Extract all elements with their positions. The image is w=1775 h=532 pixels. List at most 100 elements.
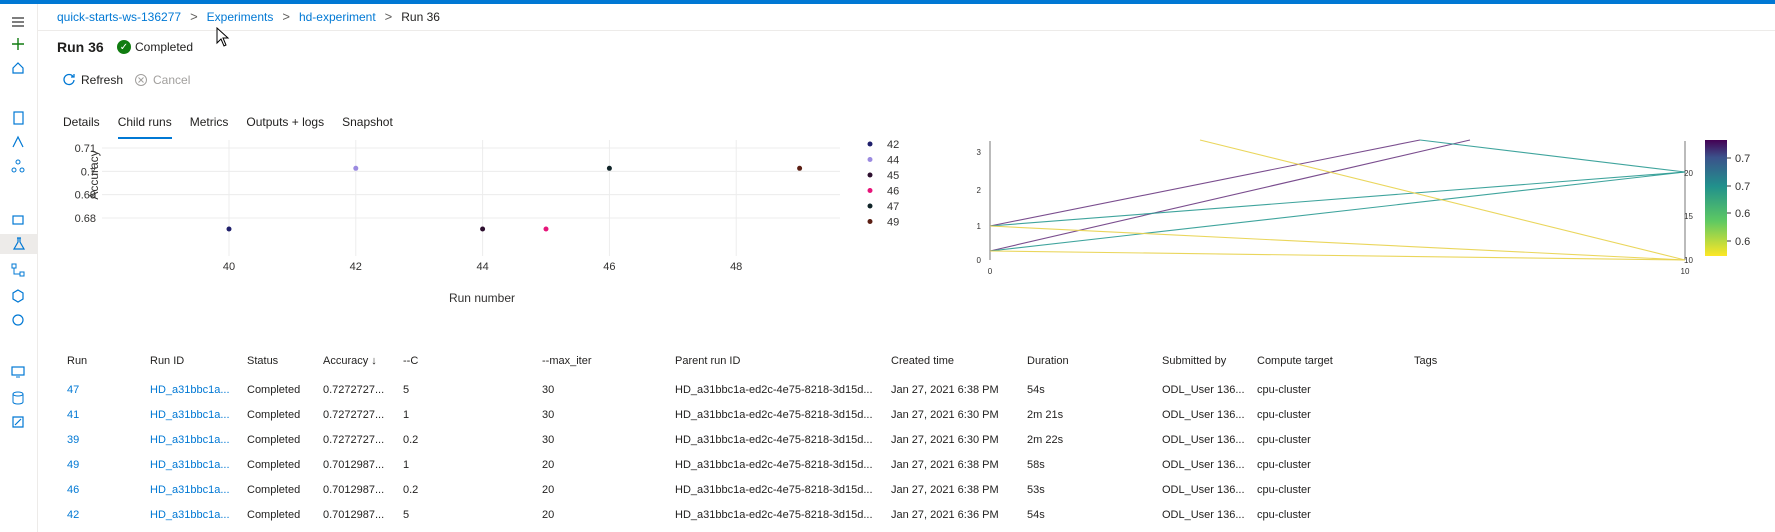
parallel-line <box>989 250 1686 261</box>
table-cell: Completed <box>247 409 301 421</box>
table-cell: 30 <box>542 384 555 396</box>
table-cell: cpu-cluster <box>1257 459 1311 471</box>
breadcrumb-workspace[interactable]: quick-starts-ws-136277 <box>57 10 181 24</box>
notebook-icon[interactable] <box>6 108 30 128</box>
breadcrumb-separator: > <box>384 9 393 24</box>
table-cell: ODL_User 136... <box>1162 484 1245 496</box>
column-header[interactable]: Accuracy ↓ <box>323 349 377 374</box>
scatter-point <box>480 226 486 232</box>
parallel-line <box>989 139 1471 252</box>
table-cell: 0.7012987... <box>323 459 385 471</box>
column-header[interactable]: --C <box>403 349 418 374</box>
page-title: Run 36 <box>57 39 104 55</box>
tab-details[interactable]: Details <box>63 115 100 139</box>
run-id-link[interactable]: HD_a31bbc1a... <box>150 378 230 403</box>
left-axis-tick: 1 <box>977 222 982 231</box>
refresh-button[interactable]: Refresh <box>62 73 123 87</box>
accuracy-scatter-chart: 40 42 44 46 480.710.70.690.68AccuracyRun num… <box>75 139 900 305</box>
column-header[interactable]: Submitted by <box>1162 349 1226 374</box>
colorbar-tick-label: 0.68 <box>1735 236 1750 248</box>
breadcrumb-experiment[interactable]: hd-experiment <box>299 10 376 24</box>
x-tick-label: 48 <box>730 261 742 273</box>
run-link[interactable]: 41 <box>67 403 79 428</box>
plus-icon[interactable] <box>6 34 30 54</box>
table-cell: Completed <box>247 459 301 471</box>
run-link[interactable]: 47 <box>67 378 79 403</box>
run-id-link[interactable]: HD_a31bbc1a... <box>150 403 230 428</box>
column-header[interactable]: Compute target <box>1257 349 1333 374</box>
run-link[interactable]: 39 <box>67 428 79 453</box>
header-divider <box>37 30 1775 31</box>
x-tick-label: 44 <box>476 261 488 273</box>
table-cell: ODL_User 136... <box>1162 509 1245 521</box>
y-axis-label: Accuracy <box>87 150 101 199</box>
table-cell: ODL_User 136... <box>1162 434 1245 446</box>
column-header[interactable]: Tags <box>1414 349 1437 374</box>
tab-metrics[interactable]: Metrics <box>190 115 229 139</box>
parallel-line <box>989 139 1421 227</box>
table-cell: ODL_User 136... <box>1162 384 1245 396</box>
run-id-link[interactable]: HD_a31bbc1a... <box>150 478 230 503</box>
legend-marker <box>867 172 873 178</box>
parallel-line <box>989 225 1686 261</box>
table-cell: 5 <box>403 509 410 521</box>
table-cell: Completed <box>247 384 301 396</box>
hamburger-menu-icon[interactable] <box>6 12 30 32</box>
run-link[interactable]: 42 <box>67 503 79 528</box>
column-header[interactable]: --max_iter <box>542 349 592 374</box>
tab-outputs-logs[interactable]: Outputs + logs <box>246 115 324 139</box>
table-cell: HD_a31bbc1a-ed2c-4e75-8218-3d15d... <box>675 384 873 396</box>
table-cell: Completed <box>247 509 301 521</box>
scatter-point <box>606 165 612 171</box>
breadcrumb-experiments[interactable]: Experiments <box>207 10 274 24</box>
table-cell: ODL_User 136... <box>1162 459 1245 471</box>
table-cell: 20 <box>542 509 555 521</box>
legend-label: 47 <box>887 201 899 213</box>
labeling-icon[interactable] <box>6 412 30 432</box>
table-cell: Completed <box>247 484 301 496</box>
compute-icon[interactable] <box>6 362 30 382</box>
column-header[interactable]: Run ID <box>150 349 184 374</box>
parallel-line <box>1419 139 1686 173</box>
table-cell: 5 <box>403 384 410 396</box>
table-cell: Jan 27, 2021 6:36 PM <box>891 509 999 521</box>
table-cell: 58s <box>1027 459 1045 471</box>
column-header[interactable]: Duration <box>1027 349 1069 374</box>
tab-child-runs[interactable]: Child runs <box>117 115 172 139</box>
status-badge: ✓ Completed <box>117 40 193 54</box>
left-axis-tick: 2 <box>977 186 982 195</box>
table-cell: cpu-cluster <box>1257 484 1311 496</box>
table-cell: 30 <box>542 434 555 446</box>
table-cell: Jan 27, 2021 6:30 PM <box>891 434 999 446</box>
cancel-label: Cancel <box>153 73 191 87</box>
column-header[interactable]: Parent run ID <box>675 349 740 374</box>
breadcrumb: quick-starts-ws-136277 > Experiments > h… <box>57 9 440 24</box>
tab-snapshot[interactable]: Snapshot <box>342 115 393 139</box>
parallel-line <box>989 171 1686 252</box>
y-tick-label: 0.68 <box>75 213 96 225</box>
scatter-point <box>226 226 232 232</box>
status-text: Completed <box>135 40 194 54</box>
x-tick-label: 42 <box>350 261 362 273</box>
cancel-button[interactable]: Cancel <box>134 73 190 87</box>
run-id-link[interactable]: HD_a31bbc1a... <box>150 428 230 453</box>
run-id-link[interactable]: HD_a31bbc1a... <box>150 453 230 478</box>
column-header[interactable]: Run <box>67 349 87 374</box>
run-id-link[interactable]: HD_a31bbc1a... <box>150 503 230 528</box>
datastores-icon[interactable] <box>6 388 30 408</box>
table-cell: Jan 27, 2021 6:38 PM <box>891 384 999 396</box>
right-axis-tick: 20 <box>1684 169 1693 178</box>
column-header[interactable]: Created time <box>891 349 954 374</box>
column-header[interactable]: Status <box>247 349 278 374</box>
run-link[interactable]: 46 <box>67 478 79 503</box>
table-cell: 54s <box>1027 509 1045 521</box>
home-icon[interactable] <box>6 58 30 78</box>
mouse-cursor-icon <box>216 27 230 47</box>
breadcrumb-current: Run 36 <box>401 9 440 24</box>
table-cell: 2m 21s <box>1027 409 1064 421</box>
breadcrumb-separator: > <box>282 9 290 24</box>
cancel-icon <box>135 74 147 86</box>
table-cell: 2m 22s <box>1027 434 1064 446</box>
legend-marker <box>867 157 873 162</box>
run-link[interactable]: 49 <box>67 453 79 478</box>
